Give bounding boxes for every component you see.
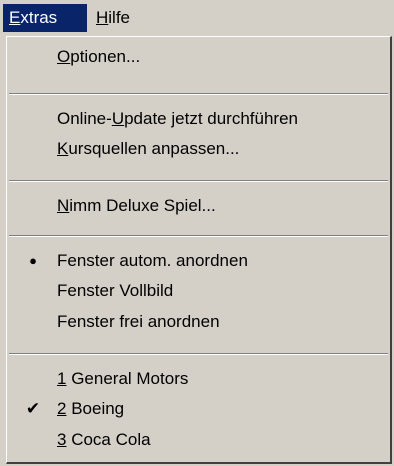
separator [9, 235, 388, 237]
label-text: ursquellen anpassen... [68, 139, 240, 158]
accel-key: O [57, 47, 71, 66]
menu-item-fenster-vollbild[interactable]: Fenster Vollbild [9, 276, 388, 306]
separator [9, 93, 388, 95]
menu-hilfe-label: ilfe [108, 8, 131, 27]
label-text: ptionen... [70, 47, 141, 66]
accel-key: N [57, 196, 70, 215]
menu-extras-accel: E [9, 8, 21, 27]
menu-item-nimm-deluxe[interactable]: Nimm Deluxe Spiel... [9, 191, 388, 221]
menu-item-general-motors[interactable]: 1 General Motors [9, 364, 388, 394]
menu-item-online-update[interactable]: Online-Update jetzt durchführen [9, 104, 388, 134]
menu-extras-label: xtras [20, 8, 58, 27]
separator [9, 353, 388, 355]
menu-item-fenster-frei[interactable]: Fenster frei anordnen [9, 307, 388, 337]
label-text: General Motors [66, 369, 189, 388]
label-text: pdate jetzt durchführen [124, 109, 298, 128]
label-text-pre: Online- [57, 109, 112, 128]
label-text: Boeing [66, 399, 125, 418]
radio-bullet-icon: ● [29, 253, 37, 268]
menu-item-optionen[interactable]: Optionen... [9, 42, 388, 72]
accel-key: K [57, 139, 69, 158]
menu-item-boeing[interactable]: ✔ 2 Boeing [9, 394, 388, 424]
label-text: imm Deluxe Spiel... [69, 196, 216, 215]
menu-item-coca-cola[interactable]: 3 Coca Cola [9, 425, 388, 455]
menu-extras[interactable]: Extras [3, 4, 87, 32]
menu-item-label: Fenster frei anordnen [57, 312, 220, 331]
menu-hilfe-accel: H [96, 8, 109, 27]
separator [9, 180, 388, 182]
menu-item-label: Online-Update jetzt durchführen [57, 104, 298, 134]
extras-dropdown: Optionen... Online-Update jetzt durchfüh… [6, 36, 392, 464]
menu-item-label: 2 Boeing [57, 394, 124, 424]
menu-item-label: Fenster Vollbild [57, 281, 174, 300]
menu-item-label: Kursquellen anpassen... [57, 134, 239, 164]
accel-key: U [111, 109, 125, 128]
menu-item-label: 3 Coca Cola [57, 425, 151, 455]
menu-item-fenster-autom[interactable]: ● Fenster autom. anordnen [9, 246, 388, 276]
checkmark-icon: ✔ [25, 399, 41, 418]
menu-item-label: 1 General Motors [57, 364, 188, 394]
label-text: Coca Cola [66, 430, 151, 449]
menu-item-label: Nimm Deluxe Spiel... [57, 191, 216, 221]
menu-item-kursquellen[interactable]: Kursquellen anpassen... [9, 134, 388, 164]
menu-bar: Extras Hilfe [0, 0, 394, 36]
menu-item-label: Optionen... [57, 42, 140, 72]
menu-hilfe[interactable]: Hilfe [90, 4, 150, 32]
menu-item-label: Fenster autom. anordnen [57, 251, 248, 270]
